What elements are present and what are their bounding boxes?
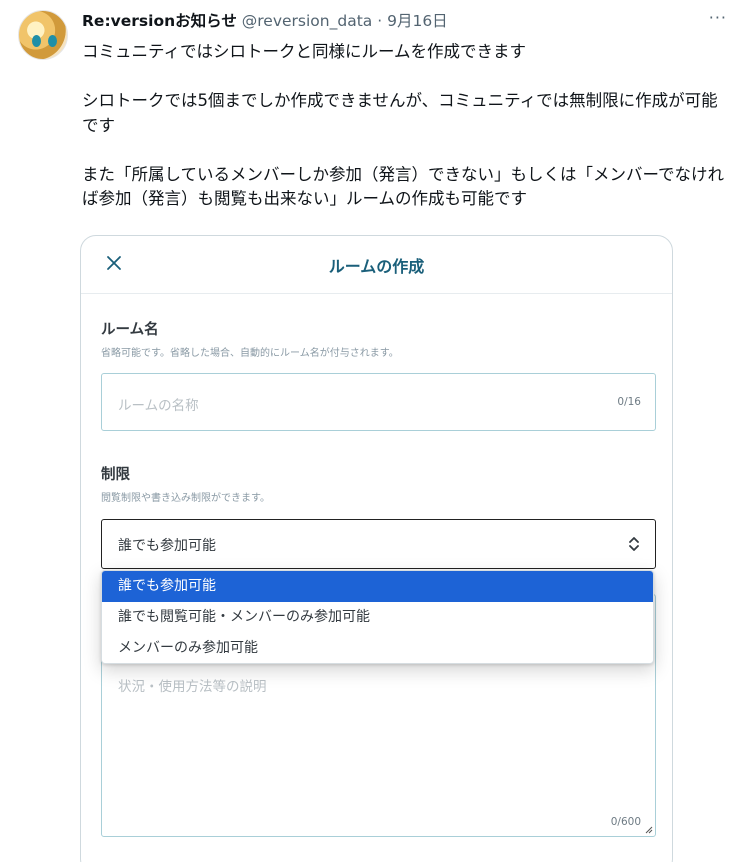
tweet-header: Re:versionお知らせ @reversion_data · 9月16日	[82, 9, 448, 31]
dialog-header: ルームの作成	[81, 236, 672, 294]
handle[interactable]: @reversion_data	[242, 12, 373, 30]
dropdown-option[interactable]: 誰でも閲覧可能・メンバーのみ参加可能	[102, 602, 653, 633]
display-name[interactable]: Re:versionお知らせ	[82, 12, 237, 30]
tweet-date[interactable]: 9月16日	[387, 12, 448, 30]
restriction-dropdown: 誰でも参加可能 誰でも閲覧可能・メンバーのみ参加可能 メンバーのみ参加可能	[101, 570, 654, 664]
room-name-help: 省略可能です。省略した場合、自動的にルーム名が付与されます。	[101, 348, 399, 359]
tweet-text: コミュニティではシロトークと同様にルームを作成できます シロトークでは5個までし…	[82, 42, 725, 208]
restriction-help: 閲覧制限や書き込み制限ができます。	[101, 493, 270, 504]
dropdown-option[interactable]: 誰でも参加可能	[102, 571, 653, 602]
restriction-selected-value: 誰でも参加可能	[118, 538, 216, 554]
separator: ·	[377, 12, 383, 30]
room-name-input[interactable]: ルームの名称 0/16	[101, 373, 656, 431]
avatar-eye	[32, 35, 41, 47]
description-placeholder: 状況・使用方法等の説明	[118, 679, 267, 695]
avatar-eye	[48, 35, 57, 47]
avatar[interactable]	[18, 10, 68, 60]
restriction-label: 制限	[101, 467, 130, 483]
dropdown-option[interactable]: メンバーのみ参加可能	[102, 633, 653, 663]
room-name-counter: 0/16	[617, 396, 641, 408]
resize-grip-icon[interactable]	[644, 825, 653, 834]
dialog-title: ルームの作成	[328, 257, 425, 276]
description-counter: 0/600	[610, 816, 641, 828]
chevron-updown-icon	[629, 537, 639, 551]
media-card[interactable]: ルームの作成 ルーム名 省略可能です。省略した場合、自動的にルーム名が付与されま…	[80, 235, 673, 862]
restriction-select[interactable]: 誰でも参加可能	[101, 519, 656, 569]
more-options-icon[interactable]: ···	[709, 8, 727, 27]
room-name-label: ルーム名	[101, 322, 159, 338]
room-name-placeholder: ルームの名称	[118, 398, 199, 414]
